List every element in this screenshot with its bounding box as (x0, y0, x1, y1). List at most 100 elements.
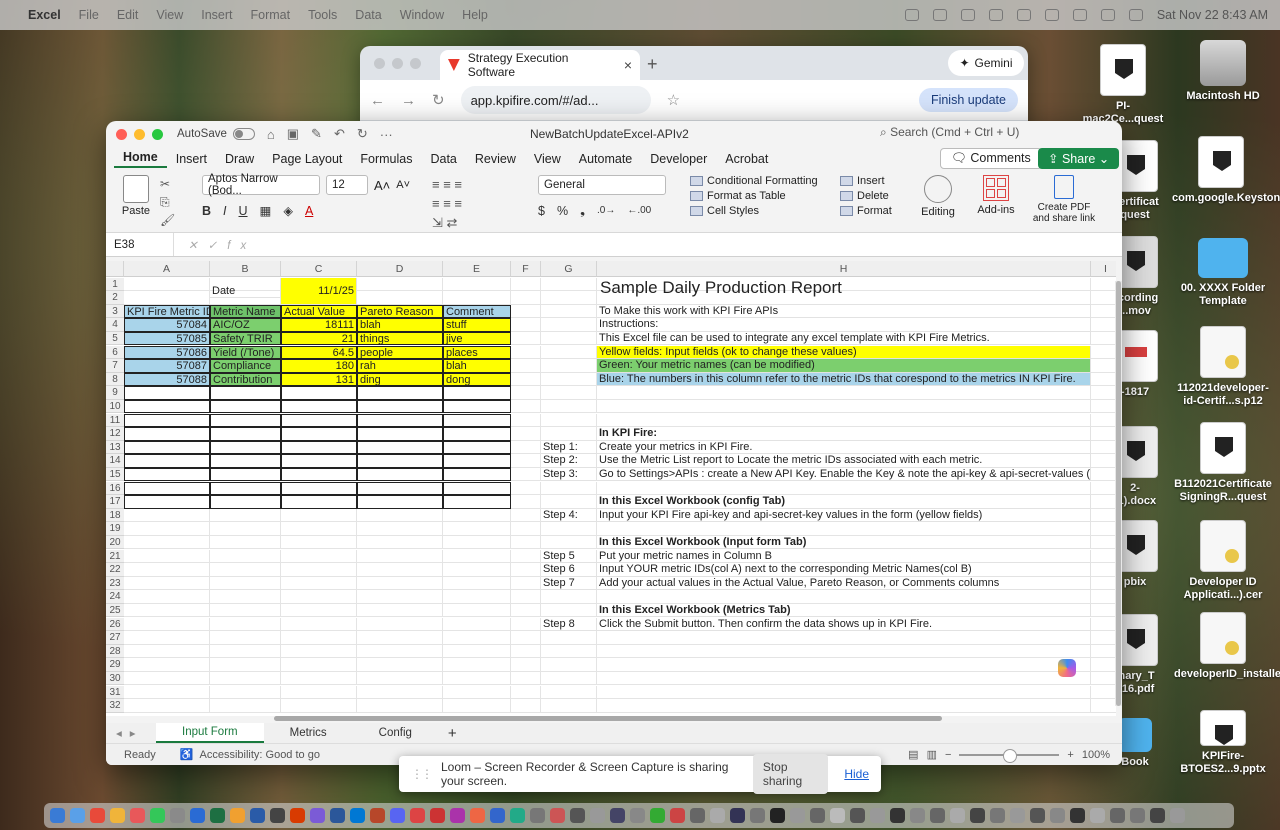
grid-cell[interactable] (357, 658, 443, 672)
dock-app-icon[interactable] (610, 808, 625, 823)
step-label-cell[interactable]: Step 2: (541, 454, 597, 468)
dock-app-icon[interactable] (790, 808, 805, 823)
grid-cell[interactable] (511, 658, 541, 672)
grid-cell[interactable] (443, 277, 511, 292)
desktop-icon[interactable]: B112021Certificate SigningR...quest (1174, 422, 1272, 504)
dock-app-icon[interactable] (470, 808, 485, 823)
grid-cell[interactable] (541, 359, 597, 373)
report-title-cell[interactable]: Sample Daily Production Report (597, 278, 1091, 305)
dock-app-icon[interactable] (250, 808, 265, 823)
tab-page-layout[interactable]: Page Layout (263, 152, 351, 166)
row-header[interactable]: 14 (106, 454, 124, 468)
control-center-icon[interactable] (1128, 9, 1143, 21)
table-cell[interactable]: blah (357, 318, 443, 332)
row-header[interactable]: 23 (106, 576, 124, 591)
grid-cell[interactable] (1091, 672, 1116, 686)
table-cell[interactable] (357, 467, 443, 482)
table-cell[interactable] (281, 413, 357, 428)
table-cell[interactable]: jive (443, 331, 511, 346)
dock-app-icon[interactable] (870, 808, 885, 823)
grid-cell[interactable] (541, 481, 597, 496)
row-header[interactable]: 16 (106, 481, 124, 496)
number-format-select[interactable]: General (538, 175, 666, 195)
edit-icon[interactable]: ✎ (311, 126, 322, 142)
format-painter-icon[interactable]: 🖌 (160, 211, 180, 229)
grid-cell[interactable] (597, 590, 1091, 604)
table-cell[interactable] (443, 440, 511, 455)
grid-cell[interactable] (511, 549, 541, 564)
grid-cell[interactable] (210, 644, 281, 659)
grid-cell[interactable] (443, 576, 511, 591)
grid-cell[interactable] (357, 603, 443, 618)
grid-cell[interactable] (281, 563, 357, 577)
dock-app-icon[interactable] (930, 808, 945, 823)
menu-help[interactable]: Help (462, 8, 488, 22)
table-cell[interactable] (210, 495, 281, 509)
select-all-corner[interactable] (106, 261, 124, 277)
grid-cell[interactable] (1091, 305, 1116, 319)
grid-cell[interactable] (1091, 373, 1116, 387)
dock-app-icon[interactable] (630, 808, 645, 823)
row-header[interactable]: 10 (106, 399, 124, 414)
delete-cells-button[interactable]: Delete (840, 190, 892, 202)
row-header[interactable]: 1 (106, 277, 124, 292)
dock-app-icon[interactable] (1010, 808, 1025, 823)
grid-cell[interactable] (443, 535, 511, 550)
tab-home[interactable]: Home (114, 150, 167, 168)
increase-decimal-icon[interactable]: .0→ (597, 205, 615, 216)
borders-icon[interactable]: ▦ (260, 203, 272, 218)
menu-data[interactable]: Data (355, 8, 381, 22)
grid-cell[interactable] (511, 603, 541, 618)
grid-cell[interactable] (210, 685, 281, 700)
grid-cell[interactable] (210, 699, 281, 713)
dock-app-icon[interactable] (430, 808, 445, 823)
column-header-c[interactable]: C (281, 261, 357, 277)
grid-cell[interactable] (281, 508, 357, 523)
grid-cell[interactable] (597, 413, 1091, 428)
table-cell[interactable] (281, 481, 357, 496)
insert-cells-button[interactable]: Insert (840, 175, 892, 187)
paste-button[interactable]: Paste (116, 175, 156, 217)
instruction-cell[interactable]: Go to Settings>APIs : create a New API K… (597, 467, 1091, 482)
grid-cell[interactable] (124, 603, 210, 618)
italic-icon[interactable]: I (223, 204, 226, 218)
dock-app-icon[interactable] (590, 808, 605, 823)
minimize-window-icon[interactable] (134, 128, 145, 140)
tab-insert[interactable]: Insert (167, 152, 216, 166)
grid-cell[interactable] (541, 427, 597, 441)
close-window-icon[interactable] (116, 128, 127, 140)
dock-app-icon[interactable] (730, 808, 745, 823)
dock-app-icon[interactable] (990, 808, 1005, 823)
grid-cell[interactable] (511, 631, 541, 645)
row-header[interactable]: 24 (106, 590, 124, 604)
table-cell[interactable]: 64.5 (281, 345, 357, 360)
upload-icon[interactable] (960, 9, 975, 21)
table-cell[interactable] (281, 427, 357, 441)
dock-app-icon[interactable] (290, 808, 305, 823)
grid-cell[interactable] (210, 590, 281, 604)
dock-app-icon[interactable] (130, 808, 145, 823)
dock-app-icon[interactable] (1090, 808, 1105, 823)
dock-app-icon[interactable] (810, 808, 825, 823)
create-pdf-button[interactable]: Create PDF and share link (1028, 175, 1100, 224)
table-cell[interactable] (210, 440, 281, 455)
grid-cell[interactable] (511, 359, 541, 373)
step-label-cell[interactable]: Step 1: (541, 440, 597, 455)
dock-app-icon[interactable] (410, 808, 425, 823)
dock-app-icon[interactable] (450, 808, 465, 823)
grid-cell[interactable] (511, 345, 541, 360)
dock-app-icon[interactable] (150, 808, 165, 823)
row-header[interactable]: 2 (106, 291, 124, 305)
grid-cell[interactable] (281, 671, 357, 686)
sheet-tab-input-form[interactable]: Input Form (156, 723, 264, 743)
font-color-icon[interactable]: A (305, 204, 313, 218)
dock-app-icon[interactable] (950, 808, 965, 823)
column-header-f[interactable]: F (511, 261, 541, 277)
dock-app-icon[interactable] (970, 808, 985, 823)
format-cells-button[interactable]: Format (840, 205, 892, 217)
dock-app-icon[interactable] (1150, 808, 1165, 823)
grid-cell[interactable] (124, 277, 210, 292)
menu-tools[interactable]: Tools (308, 8, 337, 22)
grid-cell[interactable] (511, 563, 541, 577)
menu-format[interactable]: Format (251, 8, 291, 22)
